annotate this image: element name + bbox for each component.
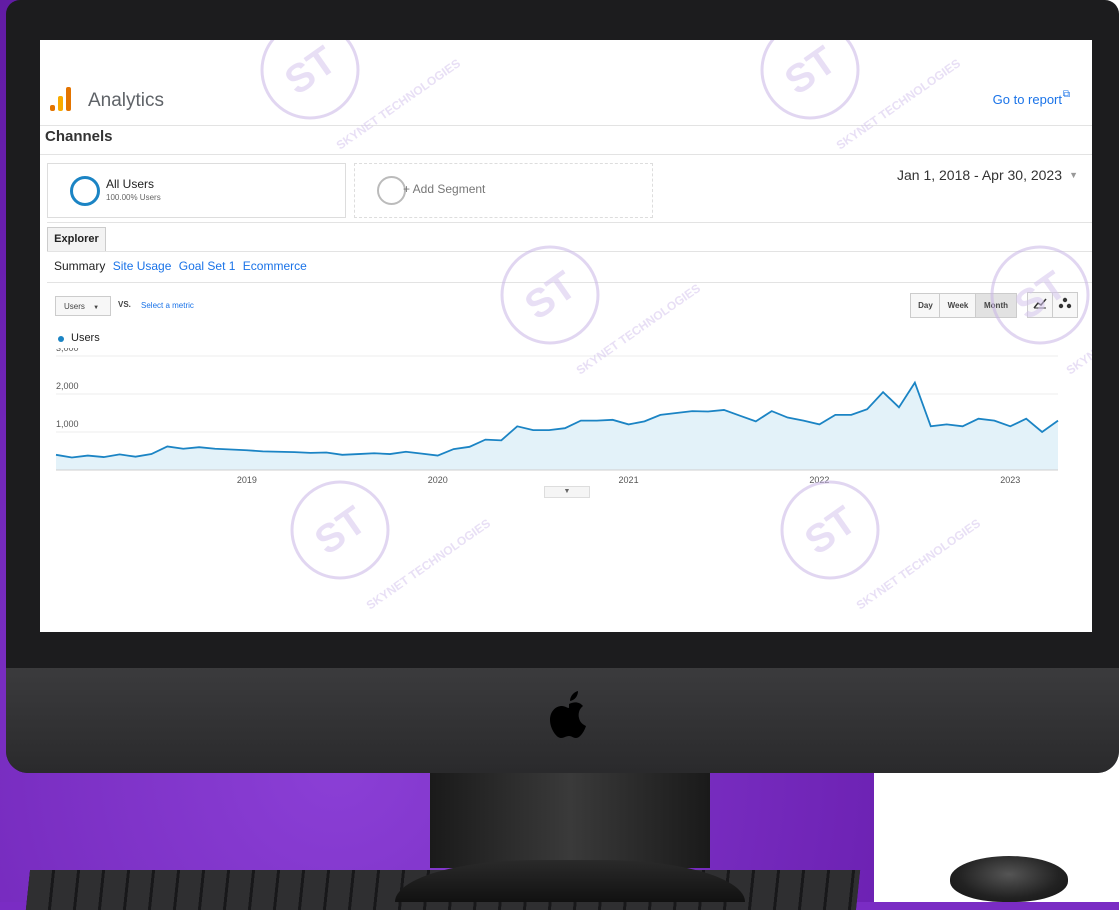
svg-text:SKYNET TECHNOLOGIES: SKYNET TECHNOLOGIES	[364, 516, 493, 612]
y-tick-label: 1,000	[56, 419, 79, 429]
svg-text:ST: ST	[777, 40, 844, 104]
tab-explorer[interactable]: Explorer	[47, 227, 106, 252]
analytics-screen: Analytics Go to report ⧉ Channels All Us…	[40, 40, 1092, 632]
users-area-chart: 3,000 2,000 1,000 2019 2020 2021 2022 2023	[55, 348, 1059, 485]
x-tick-label: 2023	[1000, 475, 1020, 485]
chart-scroll-handle[interactable]: ▼	[544, 486, 590, 498]
analytics-logo-icon	[50, 87, 71, 111]
divider	[40, 154, 1092, 155]
segment-name: All Users	[106, 177, 155, 191]
subtab-goal-set-1[interactable]: Goal Set 1	[179, 259, 236, 273]
explorer-subtabs: Summary Site Usage Goal Set 1 Ecommerce	[54, 259, 317, 273]
segment-all-users[interactable]: All Users 100.00% Users	[47, 163, 346, 218]
page-title: Channels	[45, 128, 113, 145]
date-range-picker[interactable]: Jan 1, 2018 - Apr 30, 2023	[897, 167, 1062, 183]
metric-select-value: Users	[64, 302, 85, 311]
watermark-stamp: STSKYNET TECHNOLOGIES	[260, 40, 463, 152]
svg-text:SKYNET TECHNOLOGIES: SKYNET TECHNOLOGIES	[834, 56, 963, 152]
vs-label: VS.	[118, 300, 131, 309]
svg-text:ST: ST	[307, 498, 374, 563]
external-link-icon[interactable]: ⧉	[1063, 89, 1070, 100]
metric-select[interactable]: Users ▼	[55, 296, 111, 316]
segment-ring-icon	[70, 176, 100, 206]
apple-logo-icon	[550, 691, 586, 738]
x-tick-label: 2019	[237, 475, 257, 485]
subtab-site-usage[interactable]: Site Usage	[113, 259, 172, 273]
svg-text:ST: ST	[517, 263, 584, 328]
divider	[47, 251, 1092, 252]
monitor-stand	[430, 773, 710, 868]
subtab-ecommerce[interactable]: Ecommerce	[243, 259, 307, 273]
subtab-summary[interactable]: Summary	[54, 259, 105, 273]
svg-text:SKYNET TECHNOLOGIES: SKYNET TECHNOLOGIES	[334, 56, 463, 152]
add-segment-label: + Add Segment	[403, 182, 486, 196]
users-area-fill	[56, 382, 1058, 470]
select-metric-link[interactable]: Select a metric	[141, 301, 194, 310]
period-month-button[interactable]: Month	[975, 293, 1017, 318]
chevron-down-icon[interactable]: ▼	[1069, 170, 1078, 180]
add-segment-button[interactable]: + Add Segment	[354, 163, 653, 218]
legend-label: Users	[71, 332, 100, 344]
segment-share: 100.00% Users	[106, 193, 161, 202]
mouse	[950, 856, 1068, 902]
svg-text:ST: ST	[277, 40, 344, 104]
motion-chart-icon[interactable]	[1052, 292, 1078, 318]
period-week-button[interactable]: Week	[939, 293, 977, 318]
y-tick-label: 2,000	[56, 381, 79, 391]
go-to-report-link[interactable]: Go to report	[993, 92, 1062, 107]
watermark-stamp: STSKYNET TECHNOLOGIES	[760, 40, 963, 152]
divider	[47, 222, 1092, 223]
empty-segment-icon	[377, 176, 406, 205]
legend-swatch	[58, 336, 64, 342]
watermark-layer: STSKYNET TECHNOLOGIES STSKYNET TECHNOLOGI…	[260, 40, 1092, 612]
divider	[47, 282, 1092, 283]
x-tick-label: 2020	[428, 475, 448, 485]
y-tick-label: 3,000	[56, 348, 79, 353]
x-tick-label: 2021	[619, 475, 639, 485]
svg-text:SKYNET TECHNOLOGIES: SKYNET TECHNOLOGIES	[854, 516, 983, 612]
divider	[40, 125, 1092, 126]
svg-text:ST: ST	[797, 498, 864, 563]
period-day-button[interactable]: Day	[910, 293, 941, 318]
chevron-down-icon: ▼	[93, 305, 100, 311]
line-chart-icon[interactable]	[1027, 292, 1053, 318]
x-tick-label: 2022	[809, 475, 829, 485]
app-title: Analytics	[88, 90, 165, 111]
